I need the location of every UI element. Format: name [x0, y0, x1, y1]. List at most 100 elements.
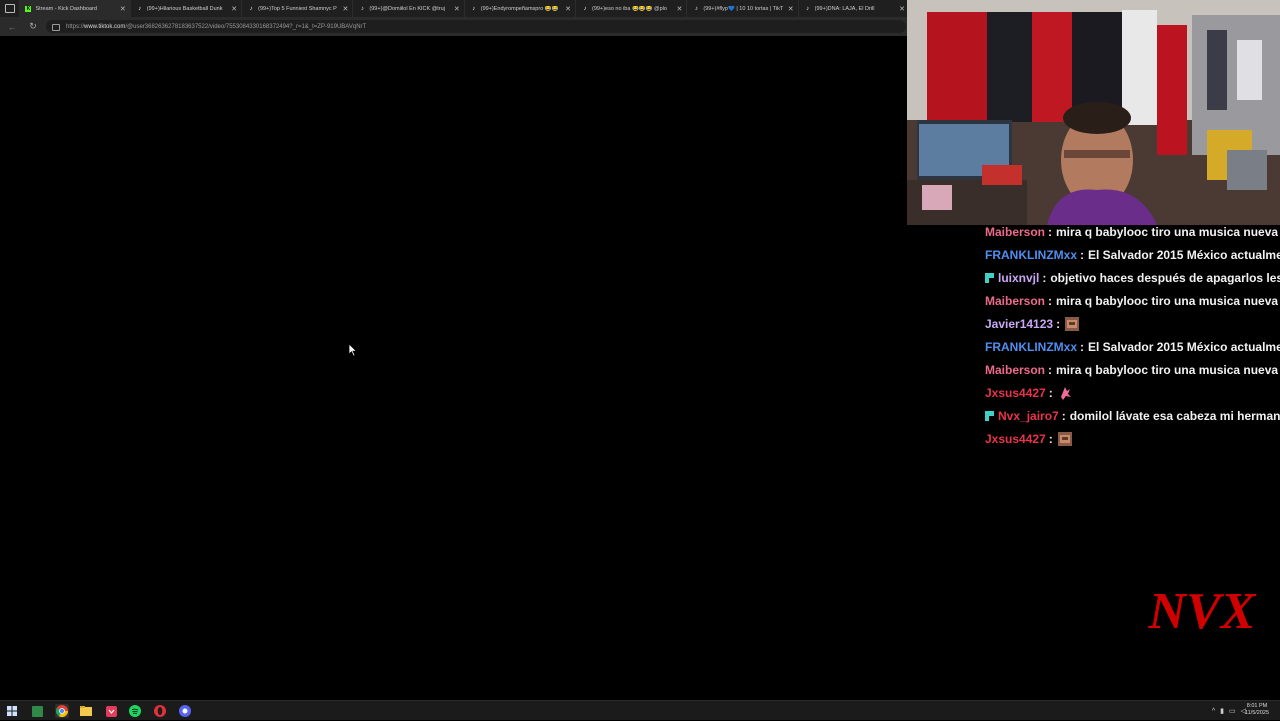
tiktok-icon: ♪ — [583, 5, 587, 12]
tab-close-icon[interactable]: ✕ — [565, 5, 571, 13]
chat-message: Jxsus4427: — [985, 427, 1280, 450]
kick-badge-icon — [985, 410, 994, 421]
chat-message-text: objetivo haces después de apagarlos les … — [1050, 270, 1280, 285]
chevron-up-icon[interactable]: ^ — [1212, 708, 1215, 715]
chat-message: Maiberson: mira q babylooc tiro una music… — [985, 358, 1280, 381]
chat-separator: : — [1080, 339, 1084, 354]
tab-title: (99+)Top 5 Funniest Shamnyc P — [258, 5, 337, 12]
nvx-logo: NVX — [1148, 583, 1257, 634]
file-explorer-icon[interactable] — [79, 704, 93, 718]
chat-username: Maiberson — [985, 362, 1046, 377]
tiktok-icon: ♪ — [249, 5, 253, 12]
chat-message-text: mira q babylooc tiro una musica nueva — [1056, 293, 1279, 308]
chat-message-text: El Salvador 2015 México actualmente — [1088, 247, 1280, 262]
chat-username: Jxsus4427 — [985, 431, 1046, 446]
tab-title: Stream - Kick Dashboard — [35, 5, 97, 12]
chat-username: Maiberson — [985, 293, 1046, 308]
chat-message-text: El Salvador 2015 México actualmente — [1088, 339, 1280, 354]
browser-tab[interactable]: ♪ (99+)DNA: LAJA, El Drill ✕ — [799, 0, 910, 17]
chat-separator: : — [1048, 293, 1053, 308]
nvx-logo-text: NVX — [1148, 583, 1257, 634]
browser-window-menu-icon[interactable] — [0, 0, 19, 17]
sticker-emote — [1065, 316, 1080, 331]
chat-separator: : — [1061, 408, 1066, 423]
chat-separator: : — [1048, 362, 1053, 377]
webcam-feed — [907, 0, 1280, 225]
chat-separator: : — [1048, 224, 1053, 239]
tiktok-icon: ♪ — [360, 5, 364, 12]
chat-username: luixnvjl — [998, 270, 1040, 285]
url-scheme: https:// — [66, 23, 85, 30]
tab-close-icon[interactable]: ✕ — [454, 5, 460, 13]
pink-emote — [1060, 386, 1071, 400]
url-field[interactable]: https://www.tiktok.com/@user368263627818… — [46, 20, 906, 33]
kick-badge-icon — [985, 272, 994, 283]
url-path: /@user3682636278183637522/video/75530843… — [125, 23, 367, 30]
url-host: www.tiktok.com — [84, 23, 126, 30]
chrome-icon[interactable] — [55, 704, 69, 718]
tab-close-icon[interactable]: ✕ — [899, 5, 905, 13]
chat-separator: : — [1080, 247, 1084, 262]
browser-tab[interactable]: ♪ (99+)Endyrompeñamspro 😂😂 ✕ — [465, 0, 577, 17]
chat-message: FRANKLINZMxx: El Salvador 2015 México act… — [985, 335, 1280, 358]
chat-message-text: mira q babylooc tiro una musica nueva — [1056, 362, 1279, 377]
chat-username: Javier14123 — [985, 316, 1054, 331]
chat-username: Maiberson — [985, 224, 1046, 239]
video-player-area[interactable] — [0, 36, 906, 700]
chat-separator: : — [1042, 270, 1047, 285]
chat-message: FRANKLINZMxx: El Salvador 2015 México act… — [985, 243, 1280, 266]
tab-title: (99+)Hilarious Basketball Dunk — [146, 5, 223, 12]
tiktok-icon: ♪ — [806, 5, 810, 12]
windows-start-icon[interactable] — [5, 704, 19, 718]
browser-tab[interactable]: ♪ (99+)eso no iba 😂😂😂 @plo ✕ — [576, 0, 688, 17]
chat-message: luixnvjl: objetivo haces después de apaga… — [985, 266, 1280, 289]
chat-separator: : — [1048, 431, 1053, 446]
kick-icon: K — [25, 5, 32, 12]
site-info-icon[interactable] — [52, 24, 60, 31]
back-arrow-icon[interactable]: ← — [6, 22, 18, 32]
browser-tab-strip: K Stream - Kick Dashboard ✕ ♪ (99+)Hilarious… — [0, 0, 910, 17]
network-icon[interactable]: ▭ — [1229, 707, 1236, 715]
tab-title: (99+)#flyp💙 | 10 10 tortas | TikT — [703, 5, 784, 12]
tab-title: (99+)Endyrompeñamspro 😂😂 — [480, 5, 559, 12]
tab-close-icon[interactable]: ✕ — [343, 5, 349, 13]
tab-close-icon[interactable]: ✕ — [120, 5, 126, 13]
tiktok-icon: ♪ — [694, 5, 698, 12]
chat-username: FRANKLINZMxx — [985, 339, 1077, 354]
tab-close-icon[interactable]: ✕ — [788, 5, 794, 13]
browser-tab[interactable]: ♪ (99+)Hilarious Basketball Dunk ✕ — [131, 0, 243, 17]
terminal-icon[interactable] — [30, 704, 44, 718]
chat-message-text: domilol lávate esa cabeza mi hermano — [1069, 408, 1280, 423]
sticker-emote — [1057, 431, 1072, 446]
system-tray: ^ ▮ ▭ ◁ — [1212, 701, 1246, 721]
tiktok-icon: ♪ — [472, 5, 476, 12]
clock-date: 11/5/2025 — [1244, 710, 1270, 716]
tab-close-icon[interactable]: ✕ — [231, 5, 237, 13]
chat-message: Javier14123: — [985, 312, 1280, 335]
browser-tab[interactable]: K Stream - Kick Dashboard ✕ — [19, 0, 131, 17]
microphone-icon[interactable]: ▮ — [1220, 707, 1224, 715]
mouse-cursor-icon — [348, 343, 358, 357]
app-red-icon[interactable] — [104, 704, 118, 718]
tiktok-icon: ♪ — [138, 5, 142, 12]
chat-message: Maiberson: mira q babylooc tiro una music… — [985, 289, 1280, 312]
browser-address-bar-row: ← ↻ https://www.tiktok.com/@user36826362… — [0, 17, 910, 36]
spotify-icon[interactable] — [128, 704, 142, 718]
chat-username: Nvx_jairo7 — [998, 408, 1059, 423]
taskbar-clock[interactable]: 8:01 PM 11/5/2025 — [1242, 703, 1272, 717]
app-opera-icon[interactable] — [153, 704, 167, 718]
tab-title: (99+)DNA: LAJA, El Drill — [814, 5, 875, 12]
chat-message-text: mira q babylooc tiro una musica nueva — [1056, 224, 1279, 239]
reload-spinner-icon[interactable]: ↻ — [26, 21, 40, 32]
chat-username: Jxsus4427 — [985, 385, 1046, 400]
windows-taskbar: ^ ▮ ▭ ◁ 8:01 PM 11/5/2025 — [0, 700, 1280, 720]
browser-tab[interactable]: ♪ (99+)#flyp💙 | 10 10 tortas | TikT ✕ — [687, 0, 799, 17]
browser-tab[interactable]: ♪ (99+)Top 5 Funniest Shamnyc P ✕ — [242, 0, 354, 17]
app-circle-icon[interactable] — [178, 704, 192, 718]
chat-username: FRANKLINZMxx — [985, 247, 1077, 262]
chat-message: Jxsus4427: — [985, 381, 1280, 404]
browser-tab[interactable]: ♪ (99+)@Domiilol En KICK @truj ✕ — [353, 0, 465, 17]
tab-close-icon[interactable]: ✕ — [676, 5, 682, 13]
chat-overlay: Maiberson: mira q babylooc tiro una music… — [985, 220, 1280, 450]
chat-separator: : — [1048, 385, 1053, 400]
